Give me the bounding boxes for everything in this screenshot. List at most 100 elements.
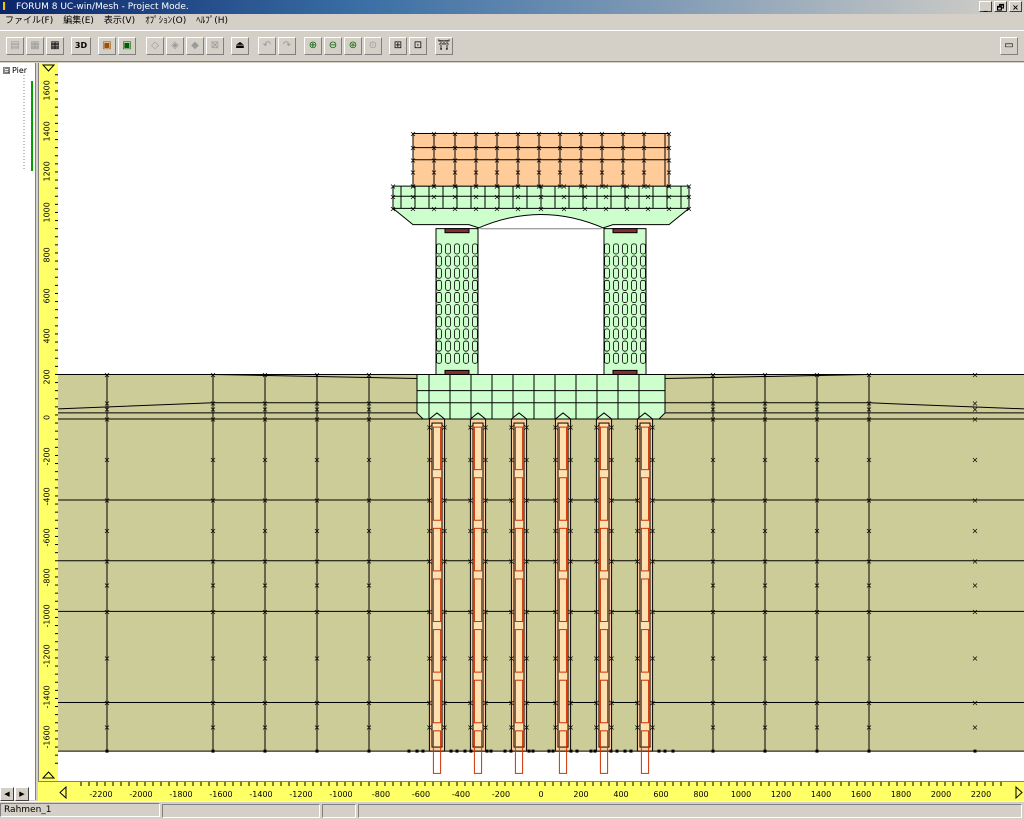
mesh-node: × [608, 654, 615, 663]
mesh-node: × [645, 204, 652, 213]
node-add-icon[interactable]: ◈ [166, 37, 184, 55]
table-icon[interactable]: ▦ [46, 37, 64, 55]
support-node [589, 749, 593, 753]
fit-all-icon[interactable]: ⊞ [389, 37, 407, 55]
mesh-node: × [473, 156, 480, 165]
mesh-node: × [814, 581, 821, 590]
mesh-node: × [410, 192, 417, 201]
x-axis-label: -2200 [89, 790, 113, 799]
mesh-node: × [710, 415, 717, 424]
menu-options[interactable]: ｵﾌﾟｼｮﾝ(O) [140, 14, 191, 29]
support-node [469, 749, 473, 753]
window-icon[interactable]: ▭ [1000, 37, 1018, 55]
menu-help[interactable]: ﾍﾙﾌﾟ(H) [191, 14, 233, 29]
menu-view[interactable]: 表示(V) [99, 14, 140, 29]
ruler-left-arrow [59, 785, 67, 800]
render-icon[interactable]: ▣ [98, 37, 116, 55]
mesh-node: × [452, 204, 459, 213]
mesh-node: × [104, 496, 111, 505]
x-axis-label: 600 [653, 790, 669, 799]
x-axis-label: 1800 [890, 790, 912, 799]
tree-node-pier[interactable]: ⊟ Pier [3, 66, 27, 75]
mesh-node: × [410, 144, 417, 153]
mesh-node: × [567, 423, 574, 432]
mesh-node: × [482, 496, 489, 505]
node-delete-icon[interactable]: ◆ [186, 37, 204, 55]
mesh-node: × [441, 557, 448, 566]
x-axis-label: 1400 [810, 790, 832, 799]
mesh-node: × [567, 607, 574, 616]
y-axis-label: -800 [42, 568, 52, 587]
mesh-node: × [210, 557, 217, 566]
zoom-out-icon[interactable]: ⊖ [324, 37, 342, 55]
zoom-fit-icon[interactable]: ⊛ [344, 37, 362, 55]
support-node [615, 749, 619, 753]
restore-button[interactable]: 🗗 [994, 1, 1007, 12]
mesh-node: × [262, 456, 269, 465]
mesh-node: × [314, 526, 321, 535]
mesh-node: × [441, 423, 448, 432]
y-axis-label: 1000 [42, 201, 52, 222]
x-axis-label: 1000 [730, 790, 752, 799]
menu-file[interactable]: ファイル(F) [0, 14, 58, 29]
mesh-node: × [620, 168, 627, 177]
x-axis-label: 200 [573, 790, 589, 799]
undo-icon[interactable]: ↶ [258, 37, 276, 55]
collapse-icon[interactable]: ⊟ [3, 67, 10, 75]
mesh-node: × [410, 182, 417, 191]
mesh-node: × [452, 144, 459, 153]
mesh-canvas[interactable]: × × × × × × × × × × × × × × × × × × × × × × × × × × × × × × × × × × × × × × × ×… [58, 63, 1024, 781]
mesh-node: × [649, 699, 656, 708]
mesh-node: × [972, 370, 979, 379]
mesh-node: × [593, 699, 600, 708]
save-icon[interactable]: ▤ [6, 37, 24, 55]
frame-icon[interactable]: ⊡ [409, 37, 427, 55]
mesh-node: × [814, 557, 821, 566]
mesh-node: × [762, 456, 769, 465]
mesh-node: × [649, 557, 656, 566]
mesh-node: × [523, 607, 530, 616]
zoom-in-icon[interactable]: ⊕ [304, 37, 322, 55]
mesh-node: × [508, 607, 515, 616]
x-axis-label: 1600 [850, 790, 872, 799]
footing [416, 373, 666, 420]
element-icon[interactable]: ⊠ [206, 37, 224, 55]
mesh-node: × [972, 496, 979, 505]
close-button[interactable]: × [1009, 1, 1022, 12]
mesh-node: × [431, 192, 438, 201]
mesh-node: × [426, 723, 433, 732]
mesh-node: × [210, 607, 217, 616]
support-node [449, 749, 453, 753]
mesh-node: × [552, 699, 559, 708]
redo-icon[interactable]: ↷ [278, 37, 296, 55]
mesh-node: × [262, 699, 269, 708]
menu-edit[interactable]: 編集(E) [58, 14, 99, 29]
mesh-node: × [762, 699, 769, 708]
project-tree: ⊟ Pier [0, 63, 36, 800]
grid-icon[interactable]: ▦ [26, 37, 44, 55]
mesh-node: × [552, 654, 559, 663]
image-icon[interactable]: ▣ [118, 37, 136, 55]
mesh-node: × [599, 156, 606, 165]
pier-icon[interactable]: ⛩ [435, 37, 453, 55]
scroll-left-button[interactable]: ◀ [0, 787, 14, 801]
mesh-node: × [390, 204, 397, 213]
mesh-node: × [366, 607, 373, 616]
mesh-node: × [262, 557, 269, 566]
mesh-node: × [314, 699, 321, 708]
zoom-window-icon[interactable]: ⊙ [364, 37, 382, 55]
mesh-node: × [452, 129, 459, 138]
mesh-node: × [538, 192, 545, 201]
upload-icon[interactable]: ⏏ [231, 37, 249, 55]
mesh-drawing[interactable]: × × × × × × × × × × × × × × × × × × × × × × × × × × × × × × × × × × × × × × × ×… [58, 63, 1024, 781]
3d-view-button[interactable]: 3D [71, 37, 91, 55]
node-icon[interactable]: ◇ [146, 37, 164, 55]
mesh-node: × [567, 526, 574, 535]
minimize-button[interactable]: _ [979, 1, 992, 12]
support-node [489, 749, 493, 753]
mesh-node: × [536, 144, 543, 153]
scroll-right-button[interactable]: ▶ [15, 787, 29, 801]
x-axis-label: 400 [613, 790, 629, 799]
status-pane-4 [358, 804, 1022, 818]
mesh-node: × [431, 182, 438, 191]
